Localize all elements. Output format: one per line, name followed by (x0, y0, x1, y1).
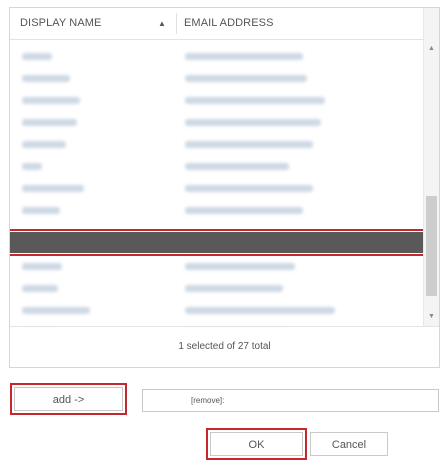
list-header: DISPLAY NAME ▲ EMAIL ADDRESS (10, 8, 423, 40)
scroll-down-icon[interactable]: ▼ (424, 310, 439, 324)
redacted-display-name (22, 263, 62, 270)
column-header-email-address[interactable]: EMAIL ADDRESS (184, 8, 414, 39)
redacted-display-name (22, 285, 58, 292)
recipient-row[interactable] (10, 90, 423, 111)
ok-button[interactable]: OK (206, 428, 307, 460)
recipient-row[interactable] (10, 112, 423, 133)
redacted-email-address (185, 185, 313, 192)
recipient-rows (10, 44, 423, 326)
redacted-email-address (185, 53, 303, 60)
redacted-email-address (185, 263, 295, 270)
vertical-scrollbar[interactable]: ▲ ▼ (423, 8, 439, 326)
selection-status: 1 selected of 27 total (10, 326, 439, 367)
recipient-row[interactable] (10, 256, 423, 277)
recipient-list-panel: DISPLAY NAME ▲ EMAIL ADDRESS ▲ ▼ 1 selec… (9, 7, 440, 368)
cancel-button[interactable]: Cancel (310, 432, 388, 456)
redacted-display-name (22, 53, 52, 60)
redacted-display-name (22, 75, 70, 82)
recipient-row[interactable] (10, 300, 423, 321)
recipient-row[interactable] (10, 278, 423, 299)
scrollbar-thumb[interactable] (426, 196, 437, 296)
column-divider (176, 13, 177, 34)
recipient-row[interactable] (10, 134, 423, 155)
redacted-display-name (22, 163, 42, 170)
redacted-display-name (22, 97, 80, 104)
redacted-email-address (185, 207, 303, 214)
recipient-row[interactable] (10, 156, 423, 177)
redacted-display-name (22, 119, 77, 126)
redacted-email-address (185, 285, 283, 292)
selected-recipients-field[interactable]: [remove]: (142, 389, 439, 412)
redacted-email-address (185, 307, 335, 314)
redacted-display-name (22, 307, 90, 314)
column-header-display-name[interactable]: DISPLAY NAME (20, 8, 170, 39)
redacted-email-address (185, 119, 321, 126)
redacted-display-name (22, 207, 60, 214)
redacted-email-address (185, 75, 307, 82)
redacted-email-address (185, 163, 289, 170)
recipient-row[interactable] (10, 68, 423, 89)
sort-ascending-icon[interactable]: ▲ (158, 8, 170, 39)
recipient-row[interactable] (10, 178, 423, 199)
redacted-display-name (22, 185, 84, 192)
scroll-up-icon[interactable]: ▲ (424, 42, 439, 56)
recipient-row[interactable] (10, 200, 423, 221)
redacted-email-address (185, 97, 325, 104)
redacted-email-address (185, 141, 313, 148)
recipient-row[interactable] (10, 46, 423, 67)
redacted-display-name (22, 141, 66, 148)
add-button[interactable]: add -> (10, 383, 127, 415)
selected-recipient-row[interactable] (10, 229, 423, 256)
